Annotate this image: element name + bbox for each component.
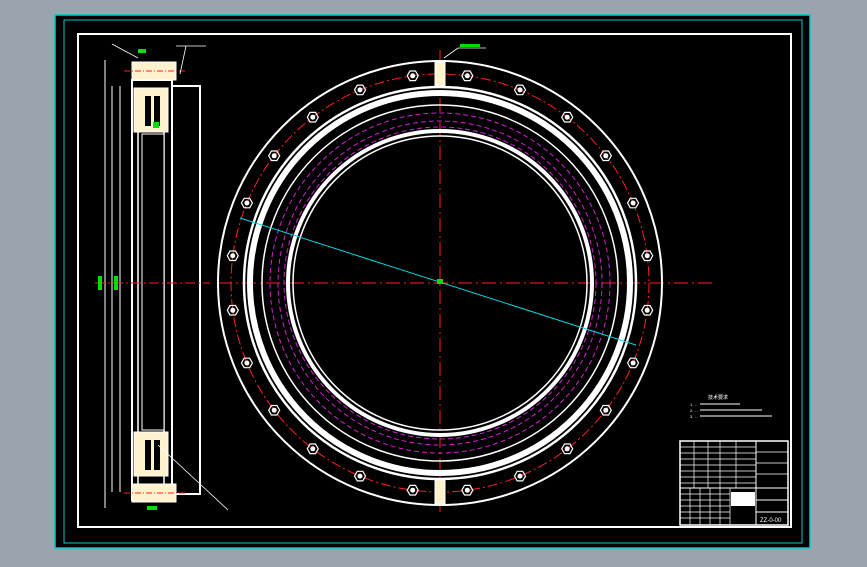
dim-mark-top-joint [460,44,480,47]
notes-line-2: 2. ... [690,408,698,413]
side-view-bottom-block-detail [145,440,151,470]
side-view-bottom-block-detail-2 [154,440,160,470]
dim-mark-left [98,276,102,290]
dim-mark-center [153,122,159,128]
bolt-center [564,446,570,452]
bolt-center [630,200,636,206]
bolt-center [603,153,609,159]
bolt-center [464,487,470,493]
bolt-center [603,407,609,413]
side-view-top-block-detail [145,96,151,126]
center-mark [437,279,443,284]
bolt-center [310,446,316,452]
bolt-center [271,407,277,413]
bolt-center [410,487,416,493]
bolt-center [410,73,416,79]
bolt-center [517,87,523,93]
notes-line-1: 1. ... [690,402,698,407]
top-split-joint [434,61,446,87]
side-view-cavity [141,133,165,431]
title-block: ZZ-0-00 [679,440,789,526]
bolt-center [230,253,236,259]
bolt-center [230,307,236,313]
bolt-center [244,360,250,366]
side-view-top-block-detail-2 [154,96,160,126]
bottom-split-joint [434,479,446,505]
bolt-center [644,253,650,259]
dim-mark-left-2 [114,276,118,290]
bolt-center [310,114,316,120]
bolt-center [517,473,523,479]
bolt-center [630,360,636,366]
dim-mark-top [138,49,146,53]
bolt-center [357,473,363,479]
bolt-center [244,200,250,206]
notes-title: 技术要求 [708,394,728,401]
bolt-center [564,114,570,120]
notes-line-3: 3. ... [690,414,698,419]
bolt-center [464,73,470,79]
drawing-number: ZZ-0-00 [760,518,782,524]
bolt-center [644,307,650,313]
bolt-center [357,87,363,93]
bolt-center [271,153,277,159]
title-block-name-box [731,492,755,506]
dim-mark-bottom [147,506,157,510]
cad-drawing-viewport[interactable]: 技术要求 1. ... 2. ... 3. ... ZZ-0-00 [0,0,867,562]
